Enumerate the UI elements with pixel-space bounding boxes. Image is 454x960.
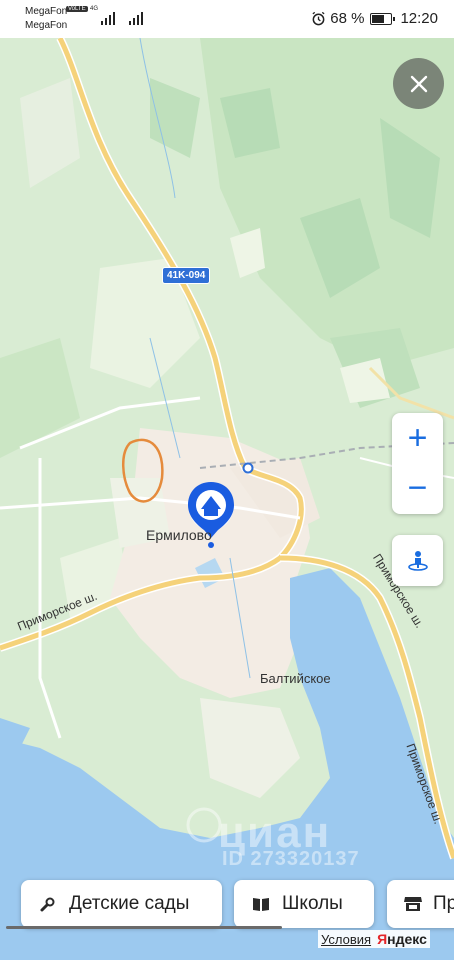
chips-scrollbar[interactable] xyxy=(6,926,282,929)
signal-icon-2 xyxy=(129,12,143,25)
carrier-secondary: MegaFon xyxy=(25,20,68,31)
yandex-logo[interactable]: Яндекс xyxy=(377,931,427,947)
zoom-out-button[interactable]: − xyxy=(392,463,443,513)
watermark-id: ID 273320137 xyxy=(222,848,360,870)
signal-icon xyxy=(101,12,115,25)
close-icon xyxy=(410,75,427,92)
panorama-person-icon xyxy=(407,550,428,571)
chip-label: Школы xyxy=(282,893,343,914)
chip-label: Детские сады xyxy=(69,893,190,914)
book-icon xyxy=(250,893,272,915)
close-button[interactable] xyxy=(393,58,444,109)
chip-stores[interactable]: Пр xyxy=(387,880,454,928)
place-label-baltiyskoe[interactable]: Балтийское xyxy=(260,671,331,686)
terms-link[interactable]: Условия xyxy=(321,932,371,947)
clock: 12:20 xyxy=(400,10,438,27)
pacifier-icon xyxy=(37,893,59,915)
carrier-primary: MegaFon xyxy=(25,6,68,17)
poi-chips: Детские сады Школы Пр xyxy=(0,880,454,930)
zoom-in-button[interactable]: + xyxy=(392,413,443,463)
route-badge: 41K-094 xyxy=(162,267,211,284)
place-label-ermilovo[interactable]: Ермилово xyxy=(146,527,212,543)
chip-schools[interactable]: Школы xyxy=(234,880,374,928)
network-type: 4G xyxy=(90,6,99,12)
status-bar: MegaFon VoLTE 4G MegaFon 68 % 12:20 xyxy=(0,0,454,38)
chip-kindergartens[interactable]: Детские сады xyxy=(21,880,222,928)
map-attribution: Условия Яндекс xyxy=(318,930,430,948)
chip-label: Пр xyxy=(433,893,454,914)
status-right: 68 % 12:20 xyxy=(311,10,438,27)
panorama-button[interactable] xyxy=(392,535,443,586)
alarm-icon xyxy=(312,11,325,26)
battery-percent: 68 % xyxy=(330,10,365,27)
zoom-controls: + − xyxy=(392,413,443,514)
volte-badge: VoLTE xyxy=(66,6,88,12)
store-icon xyxy=(403,893,423,915)
battery-icon xyxy=(370,12,396,25)
